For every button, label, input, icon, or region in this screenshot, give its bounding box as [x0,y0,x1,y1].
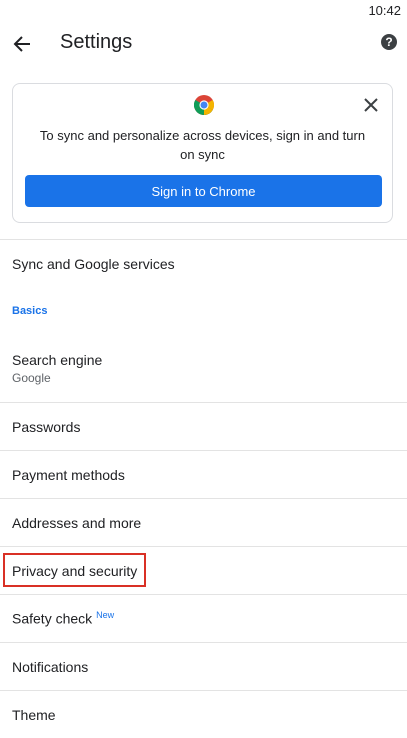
settings-item-label: Search engine [12,352,103,368]
settings-item-label: Theme [12,706,56,723]
settings-item-label: Notifications [12,658,89,675]
help-icon[interactable]: ? [381,34,397,50]
section-header-basics: Basics [12,305,48,317]
new-badge: New [96,610,115,621]
settings-item-search-engine[interactable]: Search engine Google [0,335,407,402]
settings-list: Sync and Google services Basics Search e… [0,239,407,738]
status-time: 10:42 [368,3,401,18]
settings-item-label: Privacy and security [12,562,138,579]
settings-item-label-wrap: Safety check New [12,610,407,627]
settings-item-sync[interactable]: Sync and Google services [0,240,407,287]
settings-item-label: Sync and Google services [12,255,175,272]
page-title: Settings [60,31,133,53]
settings-item-label: Addresses and more [12,514,142,531]
close-icon[interactable] [362,96,380,114]
settings-item-label: Safety check [12,610,93,627]
settings-item-privacy[interactable]: Privacy and security [0,547,407,594]
back-arrow-icon[interactable] [8,30,36,58]
signin-button[interactable]: Sign in to Chrome [25,175,382,207]
settings-item-addresses[interactable]: Addresses and more [0,499,407,546]
signin-promo-card: To sync and personalize across devices, … [12,83,393,223]
app-bar: Settings ? [0,22,407,68]
settings-item-safety-check[interactable]: Safety check New [0,595,407,642]
settings-item-label: Passwords [12,418,81,435]
settings-item-passwords[interactable]: Passwords [0,403,407,450]
settings-item-label: Payment methods [12,466,125,483]
promo-message: To sync and personalize across devices, … [39,128,366,162]
settings-item-payment-methods[interactable]: Payment methods [0,451,407,498]
settings-item-value: Google [12,371,51,385]
chrome-logo-icon [194,95,214,115]
status-bar: 10:42 [0,0,407,22]
settings-item-notifications[interactable]: Notifications [0,643,407,690]
